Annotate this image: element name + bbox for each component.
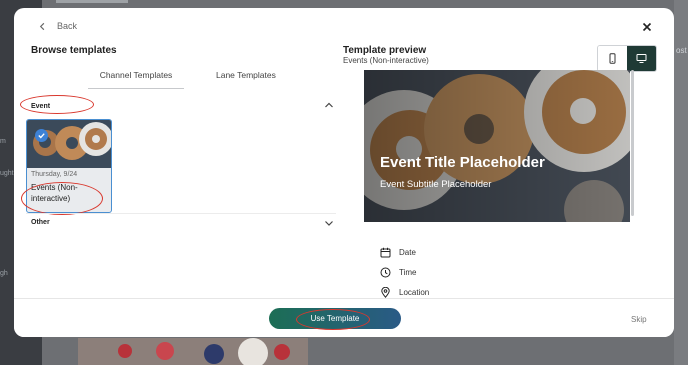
- chevron-up-icon[interactable]: [323, 99, 335, 111]
- field-label: Location: [399, 288, 430, 297]
- template-tabs: Channel Templates Lane Templates: [74, 70, 314, 94]
- annotation-circle-use-template: [296, 309, 370, 330]
- template-date: Thursday, 9/24: [31, 171, 78, 178]
- template-preview-subtitle: Events (Non-interactive): [343, 56, 429, 65]
- skip-button[interactable]: Skip: [631, 315, 647, 324]
- preview-scrollbar[interactable]: [631, 70, 634, 216]
- desktop-view-button[interactable]: [627, 46, 656, 71]
- tab-channel-templates[interactable]: Channel Templates: [88, 70, 184, 89]
- background-tab-indicator: [56, 0, 128, 3]
- background-right-panel: ost: [674, 0, 688, 365]
- desktop-icon: [636, 54, 647, 63]
- selected-check-icon: [35, 129, 48, 142]
- preview-hero-image: Event Title Placeholder Event Subtitle P…: [364, 70, 630, 222]
- mobile-icon: [609, 53, 616, 64]
- back-button[interactable]: Back: [38, 21, 77, 31]
- location-pin-icon: [381, 287, 390, 298]
- clock-icon: [380, 267, 391, 278]
- template-preview-title: Template preview: [343, 45, 427, 56]
- hero-event-title: Event Title Placeholder: [380, 154, 545, 171]
- field-label: Time: [399, 268, 417, 277]
- field-label: Date: [399, 248, 416, 257]
- back-label: Back: [57, 21, 78, 31]
- background-sidebar-label: m: [0, 138, 6, 145]
- background-photo: [78, 338, 308, 365]
- background-right-label: ost: [676, 46, 687, 55]
- annotation-circle-template-name: [21, 182, 103, 215]
- hero-overlay: [364, 70, 630, 222]
- background-sidebar-label: ught: [0, 170, 14, 177]
- preview-field-location: Location: [380, 287, 429, 298]
- browse-templates-title: Browse templates: [31, 45, 117, 56]
- background-sidebar-label: gh: [0, 270, 8, 277]
- preview-field-date: Date: [380, 247, 416, 258]
- template-thumbnail: [27, 120, 111, 168]
- chevron-down-icon[interactable]: [323, 217, 335, 229]
- calendar-icon: [380, 247, 391, 258]
- tab-lane-templates[interactable]: Lane Templates: [216, 70, 276, 80]
- hero-event-subtitle: Event Subtitle Placeholder: [380, 179, 492, 190]
- template-modal: Back Browse templates Channel Templates …: [14, 8, 674, 337]
- modal-footer: Use Template Skip: [14, 298, 674, 337]
- section-other-header[interactable]: Other: [31, 219, 50, 226]
- chevron-left-icon: [39, 22, 45, 30]
- preview-field-time: Time: [380, 267, 416, 278]
- section-divider: [26, 213, 336, 214]
- mobile-view-button[interactable]: [598, 46, 627, 71]
- annotation-circle-event: [20, 95, 94, 114]
- device-toggle: [597, 45, 657, 72]
- close-icon[interactable]: [640, 20, 654, 34]
